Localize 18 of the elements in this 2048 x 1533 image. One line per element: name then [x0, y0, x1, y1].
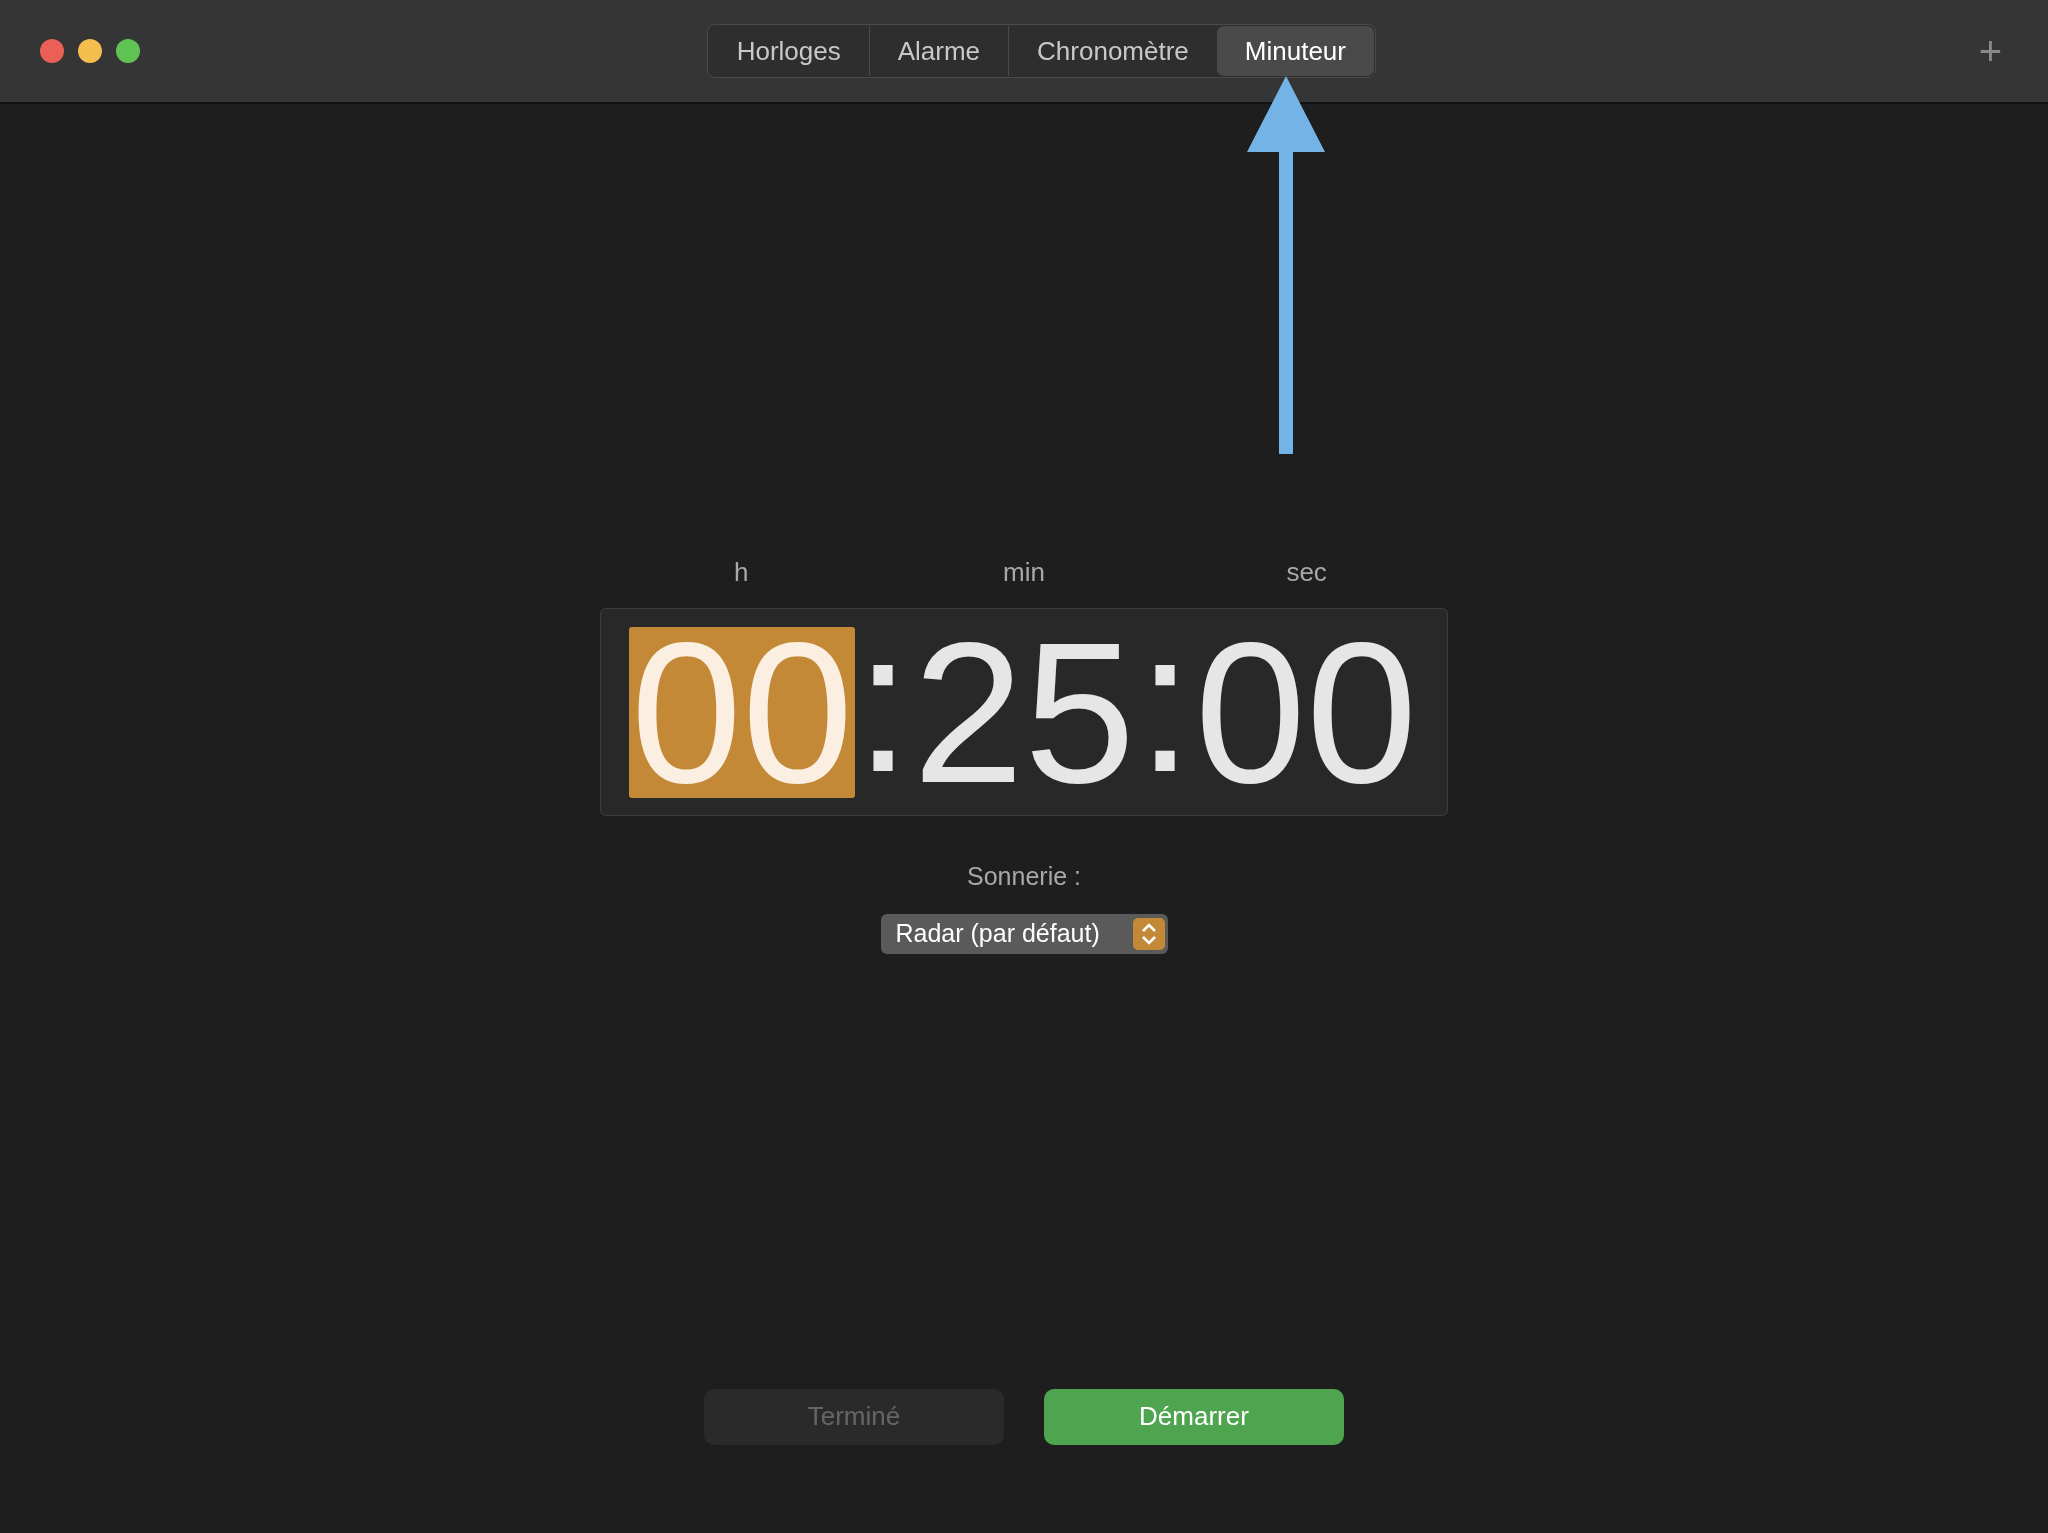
time-separator: : — [855, 602, 911, 815]
unit-label: min — [1002, 556, 1046, 589]
tab[interactable]: Chronomètre — [1008, 26, 1217, 76]
close-button[interactable] — [40, 39, 64, 63]
zoom-button[interactable] — [116, 39, 140, 63]
time-field[interactable]: 25 — [910, 626, 1138, 798]
unit-label: h — [733, 556, 750, 589]
sound-popup[interactable]: Radar (par défaut) — [880, 913, 1168, 954]
chevron-updown-icon — [1132, 917, 1165, 950]
tab[interactable]: Minuteur — [1216, 26, 1374, 76]
time-separator: : — [1137, 602, 1193, 815]
tab[interactable]: Horloges — [708, 26, 869, 76]
unit-label: sec — [1285, 556, 1328, 589]
sound-label: Sonnerie : — [967, 861, 1081, 892]
time-field[interactable]: 00 — [1192, 626, 1420, 798]
tab[interactable]: Alarme — [868, 26, 1009, 76]
minimize-button[interactable] — [78, 39, 102, 63]
add-button[interactable]: + — [1972, 31, 2008, 71]
